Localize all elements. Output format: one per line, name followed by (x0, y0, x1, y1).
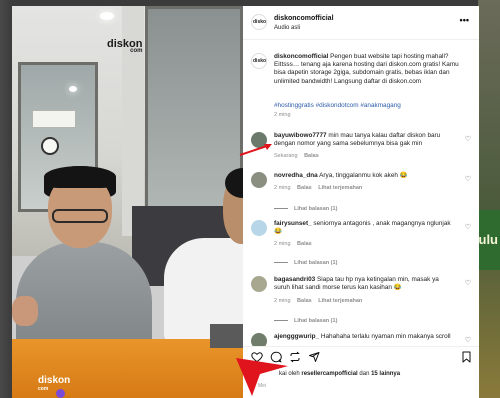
media-person-hair (44, 166, 116, 188)
reply-button[interactable]: Balas (297, 241, 312, 247)
avatar-text: diskon (253, 19, 267, 25)
annotation-arrow-icon (236, 358, 288, 396)
media-air-conditioner (32, 110, 76, 128)
like-comment-heart-icon[interactable]: ♡ (465, 135, 471, 143)
comment-body: Arya, tinggalanmu kok akeh 😂 (317, 172, 408, 179)
media-laptop (210, 324, 243, 348)
comment-time[interactable]: 2 ming (274, 298, 291, 304)
avatar-text: diskon (253, 58, 267, 64)
comment-text: novredha_dna Arya, tinggalanmu kok akeh … (274, 172, 452, 180)
view-replies-button[interactable]: Lihat balasan (1) (274, 206, 337, 212)
annotation-arrow-icon (239, 144, 272, 156)
comment-username[interactable]: novredha_dna (274, 172, 318, 179)
media-lamp (69, 86, 77, 92)
post-detail-panel: diskon diskoncomofficial Audio asli ••• … (243, 6, 479, 398)
reply-button[interactable]: Balas (304, 153, 319, 159)
likes-summary[interactable]: kai oleh resellercampofficial dan 15 lai… (279, 371, 400, 377)
caption-avatar[interactable]: diskon (251, 53, 267, 69)
like-comment-heart-icon[interactable]: ♡ (465, 223, 471, 231)
comment-text: ajengggwurip_ Hahahaha terlalu nyaman mi… (274, 333, 452, 341)
comment-text: bayuwibowo7777 min mau tanya kalau dafta… (274, 132, 452, 148)
reply-button[interactable]: Balas (297, 298, 312, 304)
comment-text: fairysunset_ seniornya antagonis , anak … (274, 220, 452, 236)
backdrop-next-post-preview: ulu (478, 0, 500, 398)
comment-meta: 2 ming Balas (274, 241, 317, 247)
view-replies-button[interactable]: Lihat balasan (1) (274, 318, 337, 324)
caption-username[interactable]: diskoncomofficial (274, 53, 328, 60)
reply-button[interactable]: Balas (297, 185, 312, 191)
account-logo-sub: com (38, 386, 49, 392)
like-comment-heart-icon[interactable]: ♡ (465, 175, 471, 183)
watermark-logo: diskon com (107, 38, 142, 54)
more-horizontal-icon[interactable]: ••• (460, 15, 469, 25)
likes-mid: dan (357, 371, 372, 377)
audio-link[interactable]: Audio asli (274, 25, 300, 31)
logo-dot-icon (56, 389, 65, 398)
comment-username[interactable]: ajengggwurip_ (274, 333, 319, 340)
comment-time[interactable]: 2 ming (274, 241, 291, 247)
post-author-username[interactable]: diskoncomofficial (274, 15, 334, 22)
bookmark-icon[interactable] (461, 351, 472, 366)
commenter-avatar[interactable] (251, 172, 267, 188)
media-lamp (100, 12, 114, 20)
commenter-avatar[interactable] (251, 276, 267, 292)
post-caption: diskoncomofficial Pengen buat website ta… (274, 53, 464, 86)
media-glasses (52, 209, 108, 223)
post-media[interactable]: diskon com diskon com (12, 6, 243, 398)
likes-user[interactable]: resellercampofficial (301, 371, 357, 377)
send-icon[interactable] (308, 351, 320, 366)
comment-time[interactable]: 2 ming (274, 185, 291, 191)
media-clock (41, 137, 59, 155)
comment-username[interactable]: bayuwibowo7777 (274, 132, 327, 139)
media-hand (12, 296, 38, 326)
post-header: diskon diskoncomofficial Audio asli ••• (243, 6, 479, 40)
avatar[interactable]: diskon (251, 14, 267, 30)
caption-hashtags[interactable]: #hostinggratis #diskondotcom #anakmagang (274, 102, 401, 109)
like-comment-heart-icon[interactable]: ♡ (465, 279, 471, 287)
view-replies-button[interactable]: Lihat balasan (1) (274, 260, 337, 266)
comment-meta: 2 ming Balas Lihat terjemahan (274, 185, 367, 191)
account-logo-text: diskon (38, 375, 71, 386)
translate-button[interactable]: Lihat terjemahan (318, 298, 362, 304)
like-comment-heart-icon[interactable]: ♡ (465, 336, 471, 344)
caption-time[interactable]: 2 ming (274, 112, 291, 118)
commenter-avatar[interactable] (251, 220, 267, 236)
comment-meta: Sekarang Balas (274, 153, 324, 159)
comment-username[interactable]: bagasandri03 (274, 276, 315, 283)
comment-meta: 2 ming Balas Lihat terjemahan (274, 298, 367, 304)
translate-button[interactable]: Lihat terjemahan (318, 185, 362, 191)
media-person (16, 242, 152, 352)
comment-body: Hahahaha terlalu nyaman min makanya scro… (319, 333, 451, 340)
preview-banner-text: ulu (478, 232, 499, 247)
comment-text: bagasandri03 Siapa tau hp nya ketingalan… (274, 276, 452, 292)
likes-count[interactable]: 15 lainnya (371, 371, 400, 377)
comment-time[interactable]: Sekarang (274, 153, 298, 159)
comment-username[interactable]: fairysunset_ (274, 220, 312, 227)
account-logo-badge: diskon com (38, 375, 71, 398)
